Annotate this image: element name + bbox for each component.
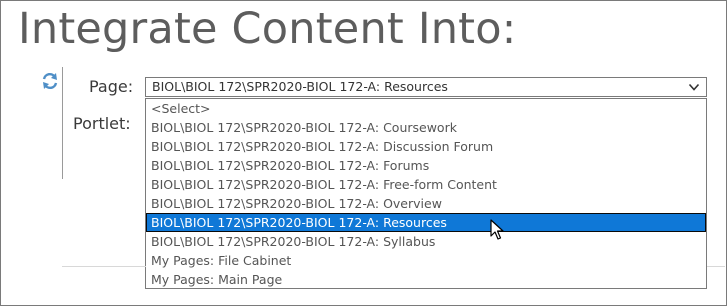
dropdown-option[interactable]: BIOL\BIOL 172\SPR2020-BIOL 172-A: Forums xyxy=(146,156,706,175)
page-select[interactable]: BIOL\BIOL 172\SPR2020-BIOL 172-A: Resour… xyxy=(145,77,707,97)
portlet-label: Portlet: xyxy=(73,114,131,133)
page-dropdown-list[interactable]: <Select> BIOL\BIOL 172\SPR2020-BIOL 172-… xyxy=(145,98,707,289)
dropdown-option[interactable]: My Pages: File Cabinet xyxy=(146,251,706,270)
page-label: Page: xyxy=(89,77,134,96)
mouse-pointer-icon xyxy=(490,219,504,240)
divider-line xyxy=(62,67,63,179)
dropdown-option-highlighted[interactable]: BIOL\BIOL 172\SPR2020-BIOL 172-A: Resour… xyxy=(146,213,706,232)
dropdown-option[interactable]: My Pages: Main Page xyxy=(146,270,706,289)
page-select-value: BIOL\BIOL 172\SPR2020-BIOL 172-A: Resour… xyxy=(152,79,448,94)
chevron-down-icon[interactable] xyxy=(688,81,700,93)
separator-line xyxy=(62,266,146,267)
separator-line xyxy=(707,266,725,267)
dropdown-option[interactable]: BIOL\BIOL 172\SPR2020-BIOL 172-A: Course… xyxy=(146,118,706,137)
dropdown-option[interactable]: BIOL\BIOL 172\SPR2020-BIOL 172-A: Overvi… xyxy=(146,194,706,213)
refresh-icon[interactable] xyxy=(41,72,59,90)
dropdown-option[interactable]: BIOL\BIOL 172\SPR2020-BIOL 172-A: Syllab… xyxy=(146,232,706,251)
dropdown-option[interactable]: BIOL\BIOL 172\SPR2020-BIOL 172-A: Free-f… xyxy=(146,175,706,194)
dropdown-option[interactable]: <Select> xyxy=(146,99,706,118)
dropdown-option[interactable]: BIOL\BIOL 172\SPR2020-BIOL 172-A: Discus… xyxy=(146,137,706,156)
page-title: Integrate Content Into: xyxy=(18,4,517,54)
